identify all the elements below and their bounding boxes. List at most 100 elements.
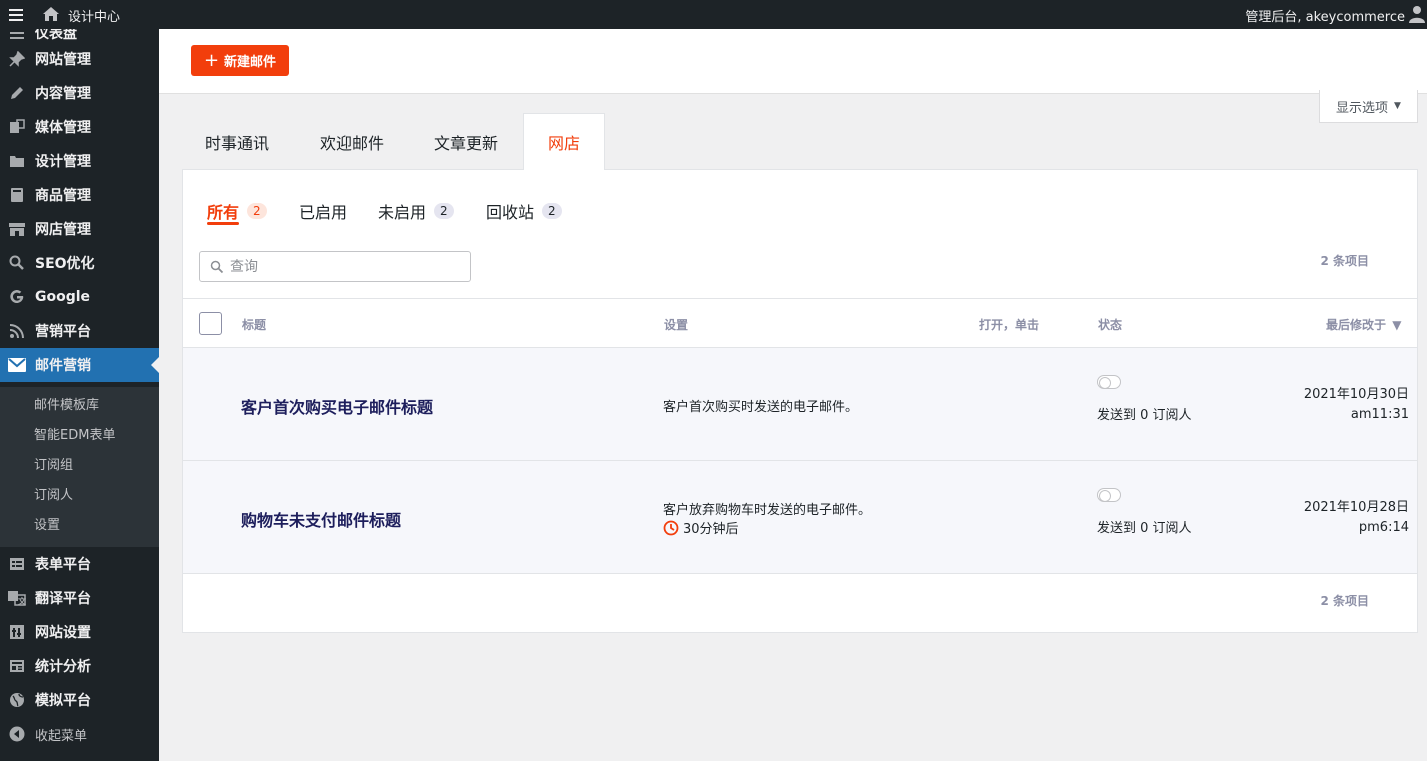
- sort-down-icon: ▼: [1392, 318, 1402, 332]
- submenu-email-templates[interactable]: 邮件模板库: [34, 394, 99, 413]
- google-icon: [8, 288, 26, 306]
- filter-disabled[interactable]: 未启用 2: [378, 199, 454, 223]
- tab-store[interactable]: 网店: [523, 113, 605, 170]
- sidebar-item-label: Google: [35, 289, 91, 305]
- filter-trash[interactable]: 回收站 2: [486, 199, 562, 223]
- sidebar-item-translate[interactable]: 文 翻译平台: [0, 581, 159, 615]
- email-title-link[interactable]: 客户首次购买电子邮件标题: [241, 394, 433, 418]
- modified-date-day: 2021年10月28日: [1303, 500, 1409, 515]
- sidebar-item-site[interactable]: 网站管理: [0, 42, 159, 76]
- sidebar-item-label: 内容管理: [35, 86, 91, 102]
- dashboard-icon: [8, 29, 26, 42]
- sidebar-item-email-marketing[interactable]: 邮件营销: [0, 348, 159, 382]
- rss-icon: [8, 322, 26, 340]
- search-input[interactable]: [230, 258, 450, 275]
- home-icon[interactable]: [42, 5, 60, 23]
- submenu-edm-forms[interactable]: 智能EDM表单: [34, 424, 115, 443]
- sidebar-item-products[interactable]: 商品管理: [0, 178, 159, 212]
- translate-icon: 文: [8, 589, 26, 607]
- sidebar-item-label: 设计管理: [35, 154, 91, 170]
- caret-down-icon: ▼: [1394, 101, 1401, 111]
- tab-post-notifications[interactable]: 文章更新: [411, 113, 521, 170]
- column-modified-label: 最后修改于: [1326, 318, 1387, 332]
- sidebar-item-label: 邮件营销: [35, 358, 91, 374]
- screen-options-label: 显示选项: [1336, 100, 1389, 116]
- tab-newsletters[interactable]: 时事通讯: [182, 113, 292, 170]
- sidebar-item-seo[interactable]: SEO优化: [0, 246, 159, 280]
- sidebar-item-marketing[interactable]: 营销平台: [0, 314, 159, 348]
- submenu-subscribers[interactable]: 订阅人: [34, 484, 73, 503]
- sidebar-item-simulation[interactable]: 模拟平台: [0, 683, 159, 717]
- media-icon: [8, 118, 26, 136]
- sidebar-item-label: 商品管理: [35, 188, 91, 204]
- status-text: 发送到 0 订阅人: [1097, 521, 1192, 536]
- submenu-subscriber-groups[interactable]: 订阅组: [34, 454, 73, 473]
- modified-date-time: am11:31: [1350, 407, 1409, 422]
- sidebar-item-media[interactable]: 媒体管理: [0, 110, 159, 144]
- modified-date-day: 2021年10月30日: [1303, 387, 1409, 402]
- menu-toggle-icon[interactable]: [9, 6, 23, 22]
- settings-icon: [8, 623, 26, 641]
- svg-text:文: 文: [18, 596, 26, 606]
- modified-date-time: pm6:14: [1358, 520, 1409, 535]
- sidebar-item-label: 网店管理: [35, 222, 91, 238]
- sidebar-item-forms[interactable]: 表单平台: [0, 547, 159, 581]
- new-email-button[interactable]: + 新建邮件: [191, 45, 289, 76]
- column-status: 状态: [1098, 318, 1123, 332]
- filter-enabled[interactable]: 已启用: [299, 199, 347, 223]
- modified-date: 2021年10月30日 am11:31: [1304, 385, 1409, 425]
- submenu-settings[interactable]: 设置: [34, 514, 60, 533]
- sidebar-item-store[interactable]: 网店管理: [0, 212, 159, 246]
- screen-options-button[interactable]: 显示选项 ▼: [1319, 90, 1418, 123]
- select-all-checkbox[interactable]: [199, 312, 222, 335]
- filter-all[interactable]: 所有 2: [207, 199, 267, 223]
- account-greeting[interactable]: 管理后台, akeycommerce: [1245, 6, 1405, 25]
- table-row: 购物车未支付邮件标题 客户放弃购物车时发送的电子邮件。 30分钟后 发送到 0 …: [183, 461, 1417, 574]
- filter-count-badge: 2: [247, 203, 267, 219]
- admin-sidebar: 仪表盘 网站管理 内容管理 媒体管理 设计管理 商品管理 网店管理 SEO优化 …: [0, 29, 159, 761]
- column-opens-clicks: 打开，单击: [979, 318, 1040, 332]
- tab-welcome-emails[interactable]: 欢迎邮件: [296, 113, 408, 170]
- column-title[interactable]: 标题: [242, 316, 266, 333]
- column-modified[interactable]: 最后修改于 ▼: [1326, 316, 1401, 333]
- sidebar-item-design[interactable]: 设计管理: [0, 144, 159, 178]
- filter-label: 未启用: [378, 203, 427, 222]
- sidebar-item-site-settings[interactable]: 网站设置: [0, 615, 159, 649]
- sidebar-item-label: SEO优化: [35, 256, 95, 272]
- status-toggle[interactable]: [1097, 375, 1121, 389]
- items-count-bottom: 2 条项目: [1320, 594, 1369, 608]
- modified-date: 2021年10月28日 pm6:14: [1304, 498, 1409, 538]
- sidebar-item-label: 媒体管理: [35, 120, 91, 136]
- user-icon[interactable]: [1409, 5, 1425, 23]
- sidebar-item-analytics[interactable]: 统计分析: [0, 649, 159, 683]
- mail-icon: [8, 356, 26, 374]
- sidebar-item-label: 翻译平台: [35, 591, 91, 607]
- collapse-menu-button[interactable]: 收起菜单: [0, 717, 159, 751]
- book-icon: [8, 186, 26, 204]
- active-filter-underline: [207, 222, 239, 225]
- site-name-link[interactable]: 设计中心: [68, 6, 120, 25]
- sidebar-item-label: 模拟平台: [35, 693, 91, 709]
- plus-icon: +: [203, 49, 220, 71]
- items-count-top: 2 条项目: [1320, 254, 1369, 268]
- sidebar-item-label: 网站设置: [35, 625, 91, 641]
- status-toggle[interactable]: [1097, 488, 1121, 502]
- new-email-label: 新建邮件: [224, 55, 277, 70]
- page-header: + 新建邮件: [159, 29, 1427, 94]
- filter-label: 所有: [207, 203, 240, 222]
- table-header: 标题 设置 打开，单击 状态 最后修改于 ▼: [183, 298, 1417, 348]
- collapse-menu-label: 收起菜单: [35, 728, 88, 744]
- collapse-arrow-icon: [8, 725, 26, 743]
- globe-icon: [8, 691, 26, 709]
- pencil-icon: [8, 84, 26, 102]
- pin-icon: [8, 50, 26, 68]
- sidebar-item-label: 营销平台: [35, 324, 91, 340]
- sidebar-item-content[interactable]: 内容管理: [0, 76, 159, 110]
- email-title-link[interactable]: 购物车未支付邮件标题: [241, 507, 401, 531]
- form-icon: [8, 555, 26, 573]
- sidebar-item-label: 仪表盘: [35, 29, 77, 42]
- sidebar-item-google[interactable]: Google: [0, 280, 159, 314]
- folder-icon: [8, 152, 26, 170]
- search-icon: [8, 254, 26, 272]
- admin-topbar: 设计中心 管理后台, akeycommerce: [0, 0, 1427, 29]
